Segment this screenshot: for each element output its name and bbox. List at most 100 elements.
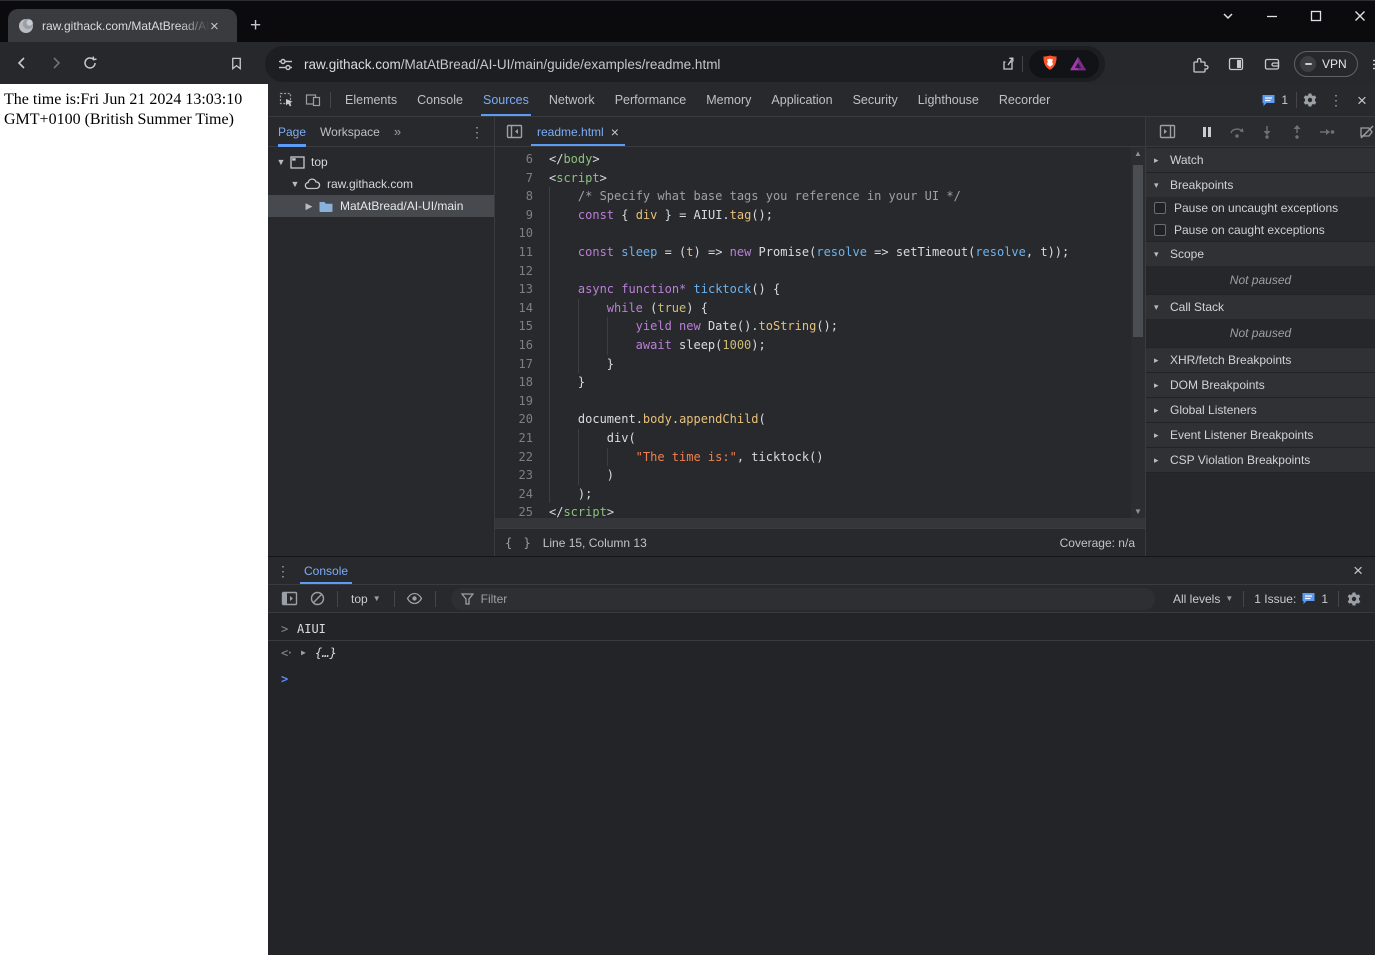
live-expression-eye-icon[interactable]: [402, 586, 428, 612]
code-line[interactable]: 24);: [495, 484, 1131, 504]
editor-vertical-scrollbar[interactable]: ▲ ▼: [1131, 147, 1145, 518]
vpn-button[interactable]: VPN: [1294, 51, 1358, 77]
checkbox-uncaught[interactable]: [1154, 202, 1166, 214]
tab-application[interactable]: Application: [761, 84, 842, 116]
forward-button[interactable]: [42, 49, 70, 77]
pause-script-icon[interactable]: [1194, 119, 1220, 145]
pause-uncaught-row[interactable]: Pause on uncaught exceptions: [1146, 197, 1375, 219]
tree-item-top[interactable]: ▼ top: [268, 151, 494, 173]
section-call-stack[interactable]: ▾ Call Stack: [1146, 294, 1375, 319]
bookmark-icon[interactable]: [222, 49, 250, 77]
maximize-button[interactable]: [1309, 9, 1323, 23]
code-line[interactable]: 19: [495, 391, 1131, 411]
inspect-element-icon[interactable]: [274, 87, 300, 113]
console-prompt-row[interactable]: >: [268, 667, 1375, 690]
settings-gear-icon[interactable]: [1297, 87, 1323, 113]
scroll-up-icon[interactable]: ▲: [1131, 149, 1145, 158]
pause-caught-row[interactable]: Pause on caught exceptions: [1146, 219, 1375, 241]
line-number[interactable]: 18: [495, 373, 537, 392]
file-tab-close-icon[interactable]: ×: [611, 125, 619, 139]
line-number[interactable]: 8: [495, 187, 537, 206]
log-levels-dropdown[interactable]: All levels ▼: [1165, 592, 1241, 606]
navigator-menu-icon[interactable]: ⋮: [470, 125, 494, 139]
context-selector[interactable]: top ▼: [345, 592, 387, 606]
line-number[interactable]: 14: [495, 299, 537, 318]
line-number[interactable]: 11: [495, 243, 537, 262]
line-number[interactable]: 22: [495, 448, 537, 467]
line-number[interactable]: 21: [495, 429, 537, 448]
extensions-icon[interactable]: [1186, 50, 1214, 78]
code-line[interactable]: 18}: [495, 373, 1131, 392]
line-number[interactable]: 24: [495, 485, 537, 504]
tab-sources[interactable]: Sources: [473, 84, 539, 116]
tab-elements[interactable]: Elements: [335, 84, 407, 116]
file-tab-readme[interactable]: readme.html ×: [527, 117, 629, 146]
section-event-listener-breakpoints[interactable]: ▸ Event Listener Breakpoints: [1146, 422, 1375, 447]
code-line[interactable]: 15 yield new Date().toString();: [495, 317, 1131, 336]
minimize-button[interactable]: [1265, 9, 1279, 23]
issues-counter[interactable]: 1: [1253, 93, 1296, 107]
scroll-down-icon[interactable]: ▼: [1131, 507, 1145, 516]
editor-horizontal-scrollbar[interactable]: [495, 518, 1145, 528]
line-number[interactable]: 20: [495, 410, 537, 429]
wallet-icon[interactable]: [1258, 50, 1286, 78]
code-line[interactable]: 23): [495, 466, 1131, 485]
code-line[interactable]: 9 const { div } = AIUI.tag();: [495, 205, 1131, 225]
line-number[interactable]: 23: [495, 466, 537, 485]
devtools-menu-icon[interactable]: ⋮: [1323, 87, 1349, 113]
drawer-close-icon[interactable]: ×: [1353, 562, 1367, 579]
code-line[interactable]: 13 async function* ticktock() {: [495, 280, 1131, 299]
line-number[interactable]: 10: [495, 224, 537, 243]
console-issues-counter[interactable]: 1 Issue: 1: [1246, 592, 1336, 606]
new-tab-button[interactable]: +: [250, 15, 261, 37]
menu-icon[interactable]: [1366, 50, 1375, 78]
scrollbar-thumb[interactable]: [1133, 165, 1143, 337]
section-breakpoints[interactable]: ▾ Breakpoints: [1146, 172, 1375, 197]
line-number[interactable]: 17: [495, 355, 537, 374]
console-result-row[interactable]: <· ▶ {…}: [268, 641, 1375, 664]
sidebar-icon[interactable]: [1222, 50, 1250, 78]
brave-shield-icon[interactable]: [1041, 54, 1059, 74]
line-number[interactable]: 7: [495, 169, 537, 188]
console-settings-gear-icon[interactable]: [1341, 586, 1367, 612]
section-xhr-breakpoints[interactable]: ▸ XHR/fetch Breakpoints: [1146, 347, 1375, 372]
twisty-closed-icon[interactable]: ▶: [302, 201, 316, 212]
code-line[interactable]: 11 const sleep = (t) => new Promise(resol…: [495, 242, 1131, 262]
tab-lighthouse[interactable]: Lighthouse: [908, 84, 989, 116]
tab-network[interactable]: Network: [539, 84, 605, 116]
tab-close-icon[interactable]: ×: [210, 19, 219, 34]
browser-tab[interactable]: raw.githack.com/MatAtBread/AI ×: [8, 9, 237, 43]
tree-item-domain[interactable]: ▼ raw.githack.com: [268, 173, 494, 195]
device-toolbar-icon[interactable]: [300, 87, 326, 113]
twisty-open-icon[interactable]: ▼: [274, 157, 288, 167]
site-settings-icon[interactable]: [277, 56, 294, 73]
tab-console[interactable]: Console: [407, 84, 473, 116]
section-watch[interactable]: ▸ Watch: [1146, 147, 1375, 172]
code-line[interactable]: 8/* Specify what base tags you reference…: [495, 187, 1131, 206]
line-number[interactable]: 12: [495, 262, 537, 281]
section-dom-breakpoints[interactable]: ▸ DOM Breakpoints: [1146, 372, 1375, 397]
drawer-menu-icon[interactable]: ⋮: [276, 564, 290, 578]
step-into-icon[interactable]: [1254, 119, 1280, 145]
devtools-close-icon[interactable]: ×: [1349, 87, 1375, 113]
line-number[interactable]: 19: [495, 392, 537, 411]
console-filter-input[interactable]: Filter: [450, 587, 1155, 610]
code-line[interactable]: 14 while (true) {: [495, 298, 1131, 318]
deactivate-breakpoints-icon[interactable]: [1354, 119, 1375, 145]
line-number[interactable]: 16: [495, 336, 537, 355]
url-bar[interactable]: raw.githack.com/MatAtBread/AI-UI/main/gu…: [265, 46, 1105, 82]
back-button[interactable]: [8, 49, 36, 77]
object-preview[interactable]: {…}: [315, 646, 337, 660]
url-text[interactable]: raw.githack.com/MatAtBread/AI-UI/main/gu…: [304, 57, 994, 72]
console-messages[interactable]: > AIUI <· ▶ {…} >: [268, 613, 1375, 955]
tab-recorder[interactable]: Recorder: [989, 84, 1060, 116]
code-line[interactable]: 7 <script>: [495, 169, 1131, 188]
navigator-tab-workspace[interactable]: Workspace: [320, 117, 380, 147]
section-csp-breakpoints[interactable]: ▸ CSP Violation Breakpoints: [1146, 447, 1375, 472]
code-line[interactable]: 22 "The time is:", ticktock(): [495, 447, 1131, 467]
tab-memory[interactable]: Memory: [696, 84, 761, 116]
twisty-open-icon[interactable]: ▼: [288, 179, 302, 189]
code-line[interactable]: 6 </body>: [495, 150, 1131, 169]
code-line[interactable]: 10: [495, 224, 1131, 243]
code-line[interactable]: 17}: [495, 354, 1131, 374]
